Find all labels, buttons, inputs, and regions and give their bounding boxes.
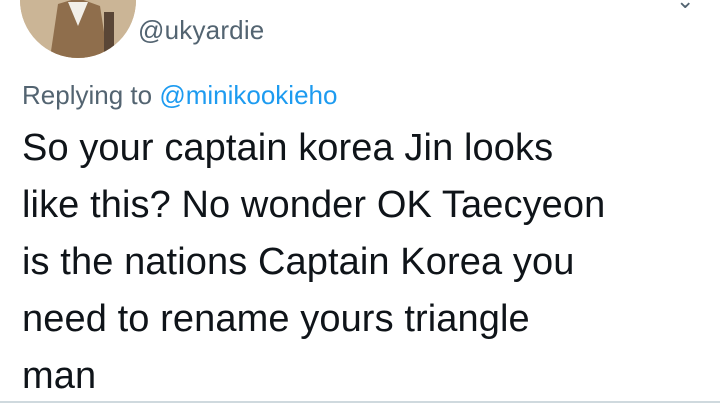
more-options-icon[interactable]: ⌄ (676, 0, 694, 14)
replying-to-label: Replying to (22, 80, 153, 110)
reply-mention-link[interactable]: @minikookieho (159, 80, 337, 110)
divider (0, 401, 720, 403)
avatar-image (20, 0, 136, 58)
author-name-row (138, 0, 720, 2)
replying-to-line: Replying to @minikookieho (22, 80, 337, 111)
tweet-text: So your captain korea Jin looks like thi… (22, 127, 606, 397)
author-handle[interactable]: @ukyardie (138, 15, 264, 46)
avatar[interactable] (20, 0, 136, 58)
tweet-card: ⌄ @ukyardie Replying to @minikookieho So… (0, 0, 720, 405)
